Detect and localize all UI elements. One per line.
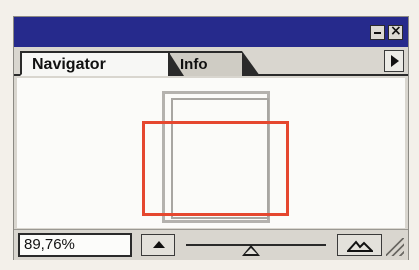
zoom-percentage-field[interactable]: 89,76% — [18, 233, 132, 257]
close-icon: × — [390, 23, 402, 39]
resize-grip-icon[interactable] — [386, 238, 404, 256]
view-box[interactable] — [142, 121, 289, 216]
tab-navigator[interactable]: Navigator — [20, 51, 184, 76]
tab-bar: Navigator Info — [14, 47, 408, 76]
navigator-preview[interactable] — [17, 78, 405, 228]
large-mountain-icon — [347, 240, 373, 252]
minimize-icon — [374, 32, 381, 34]
title-bar[interactable]: × — [14, 17, 408, 47]
zoom-slider-thumb[interactable] — [242, 245, 260, 256]
palette-menu-button[interactable] — [384, 50, 404, 72]
palette-menu-arrow-icon — [391, 55, 399, 67]
small-mountain-icon — [153, 241, 165, 248]
navigator-footer: 89,76% — [14, 229, 408, 260]
tab-navigator-label: Navigator — [32, 56, 106, 73]
zoom-out-button[interactable] — [141, 234, 175, 256]
tab-info-label: Info — [180, 56, 208, 73]
minimize-button[interactable] — [370, 25, 385, 40]
close-button[interactable]: × — [388, 23, 403, 40]
navigator-palette-window: × Navigator Info 89,76% — [13, 16, 409, 260]
zoom-percentage-value: 89,76% — [24, 236, 75, 253]
zoom-in-button[interactable] — [337, 234, 382, 256]
